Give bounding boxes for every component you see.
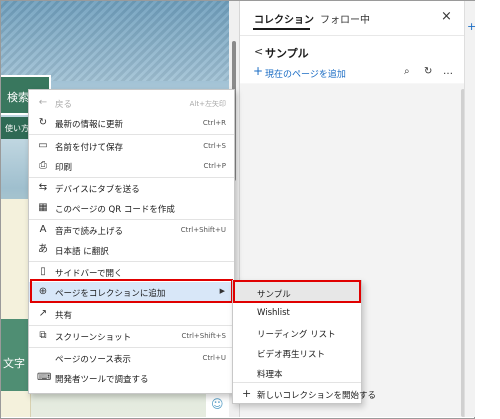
sidebar-icon: ▯ [40, 266, 46, 277]
menu-item-label: スクリーンショット [55, 333, 132, 343]
qr-code-icon: ▦ [38, 202, 48, 213]
collection-header: < サンプル + 現在のページを追加 ⌕ ↻ … [240, 35, 465, 83]
menu-item-shortcut: Ctrl+Shift+S [181, 332, 226, 340]
collection-title: サンプル [265, 47, 309, 60]
menu-item-shortcut: Ctrl+P [203, 162, 226, 170]
close-icon[interactable]: × [441, 9, 452, 24]
menu-item-label: サイドバーで開く [55, 269, 123, 279]
submenu-item-label: 新しいコレクションを開始する [257, 391, 377, 401]
menu-item-shortcut: Ctrl+Shift+U [180, 226, 226, 234]
submenu-item-label: Wishlist [257, 308, 290, 318]
context-menu: ← 戻る Alt+左矢印 ↻ 最新の情報に更新 Ctrl+R ▭ 名前を付けて保… [28, 89, 235, 394]
screenshot-icon: ⧉ [39, 330, 47, 341]
menu-item-label: 印刷 [55, 163, 73, 173]
submenu-item-label: リーディング リスト [257, 330, 336, 340]
back-chevron-icon[interactable]: < [254, 45, 263, 58]
print-icon: ⎙ [39, 160, 47, 171]
menu-item-label: 日本語 に翻訳 [55, 247, 109, 257]
menu-item-shortcut: Ctrl+R [202, 119, 226, 127]
menu-item-view-source[interactable]: ページのソース表示 Ctrl+U [29, 348, 234, 368]
save-icon: ▭ [38, 140, 48, 151]
active-tab-indicator [253, 28, 310, 30]
menu-separator [29, 134, 234, 135]
menu-item-label: ページのソース表示 [55, 355, 131, 365]
plus-icon: + [242, 387, 252, 400]
menu-item-label: 名前を付けて保存 [55, 143, 124, 153]
submenu-item-label: ビデオ再生リスト [257, 350, 326, 360]
menu-item-shortcut: Ctrl+S [203, 142, 226, 150]
page-green-block: 文字 [1, 319, 31, 391]
submenu-item-video-playlist[interactable]: ビデオ再生リスト [233, 342, 361, 362]
add-current-page-link[interactable]: 現在のページを追加 [265, 67, 346, 80]
submenu-item-new-collection[interactable]: + 新しいコレクションを開始する [233, 383, 376, 403]
menu-item-label: 開発者ツールで調査する [55, 375, 149, 385]
smiley-icon: ☺ [211, 397, 224, 411]
menu-item-label: このページの QR コードを作成 [55, 205, 175, 215]
page-howto-label: 使い方 [5, 124, 29, 133]
tab-collections[interactable]: コレクション [254, 11, 314, 26]
back-arrow-icon: ← [38, 97, 48, 108]
collections-tabs: コレクション フォロー中 × [240, 1, 465, 35]
page-banner [1, 1, 229, 81]
page-green-label: 文字 [3, 357, 25, 370]
submenu-item-wishlist[interactable]: Wishlist [233, 302, 361, 322]
menu-item-refresh[interactable]: ↻ 最新の情報に更新 Ctrl+R [29, 113, 234, 133]
read-aloud-icon: A [39, 224, 47, 235]
menu-item-label: 最新の情報に更新 [55, 120, 124, 130]
share-icon: ↗ [38, 308, 48, 319]
refresh-icon: ↻ [38, 117, 48, 128]
highlight-box-add-to-collection [30, 279, 233, 303]
menu-item-read-aloud[interactable]: A 音声で読み上げる Ctrl+Shift+U [29, 220, 234, 240]
menu-item-label: 共有 [55, 311, 73, 321]
more-options-icon[interactable]: … [443, 66, 453, 77]
submenu-item-label: 料理本 [257, 370, 283, 380]
tab-following[interactable]: フォロー中 [320, 11, 370, 26]
devtools-icon: ⌨ [37, 372, 52, 383]
menu-item-label: 音声で読み上げる [55, 227, 124, 237]
menu-item-label: デバイスにタブを送る [55, 185, 140, 195]
menu-item-print[interactable]: ⎙ 印刷 Ctrl+P [29, 156, 234, 176]
menu-item-shortcut: Ctrl+U [202, 354, 226, 362]
submenu-item-cookbook[interactable]: 料理本 [233, 362, 361, 382]
menu-item-label: 戻る [55, 100, 73, 110]
menu-item-screenshot[interactable]: ⧉ スクリーンショット Ctrl+Shift+S [29, 326, 234, 346]
sidebar-add-plus-icon[interactable]: + [467, 20, 476, 33]
add-page-plus-icon[interactable]: + [253, 64, 263, 78]
screenshot-stage: 検索 使い方 文字 ☺ コレクション フォロー中 × < サンプル + 現在のペ… [0, 0, 500, 419]
menu-item-back[interactable]: ← 戻る Alt+左矢印 [29, 93, 234, 113]
menu-item-qr-code[interactable]: ▦ このページの QR コードを作成 [29, 198, 234, 218]
translate-icon: あ [38, 244, 48, 255]
search-icon[interactable]: ⌕ [404, 66, 410, 77]
menu-item-send-to-device[interactable]: ⇆ デバイスにタブを送る [29, 178, 234, 198]
page-search-label: 検索 [7, 91, 29, 104]
menu-item-save-as[interactable]: ▭ 名前を付けて保存 Ctrl+S [29, 136, 234, 156]
browser-sidebar-strip [464, 1, 475, 417]
menu-item-shortcut: Alt+左矢印 [189, 100, 226, 108]
refresh-icon[interactable]: ↻ [424, 66, 432, 77]
menu-item-share[interactable]: ↗ 共有 [29, 304, 234, 324]
highlight-box-sample [233, 280, 361, 303]
menu-item-devtools[interactable]: ⌨ 開発者ツールで調査する [29, 368, 234, 388]
menu-item-translate[interactable]: あ 日本語 に翻訳 [29, 240, 234, 260]
send-to-device-icon: ⇆ [38, 182, 48, 193]
submenu-item-reading-list[interactable]: リーディング リスト [233, 322, 361, 342]
